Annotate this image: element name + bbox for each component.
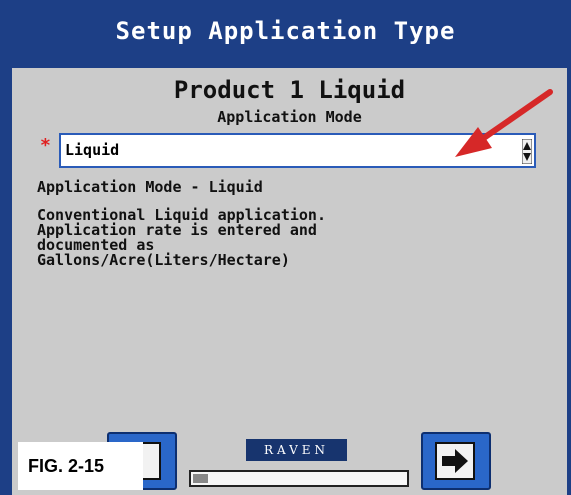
app-window: Setup Application Type Product 1 Liquid … (0, 0, 571, 495)
mode-heading: Application Mode - Liquid (37, 178, 263, 196)
next-arrow-glyph (442, 449, 468, 473)
description-line: Gallons/Acre(Liters/Hectare) (37, 251, 290, 269)
product-title: Product 1 Liquid (173, 76, 406, 104)
application-mode-value: Liquid (65, 141, 120, 159)
progress-bar (189, 470, 409, 487)
required-marker: * (40, 135, 51, 156)
mode-subtitle: Application Mode (217, 108, 362, 126)
up-down-spinner-icon[interactable] (522, 139, 532, 164)
next-button[interactable] (421, 432, 491, 490)
mode-description: Conventional Liquid application. Applica… (37, 208, 517, 268)
window-title: Setup Application Type (115, 17, 456, 45)
page-next-arrow-icon (435, 442, 475, 480)
figure-label: FIG. 2-15 (18, 442, 143, 490)
content-panel: Product 1 Liquid Application Mode * Liqu… (12, 68, 567, 495)
progress-fill (193, 474, 208, 483)
application-mode-select[interactable]: Liquid (59, 133, 536, 168)
raven-logo: RAVEN (246, 439, 347, 461)
